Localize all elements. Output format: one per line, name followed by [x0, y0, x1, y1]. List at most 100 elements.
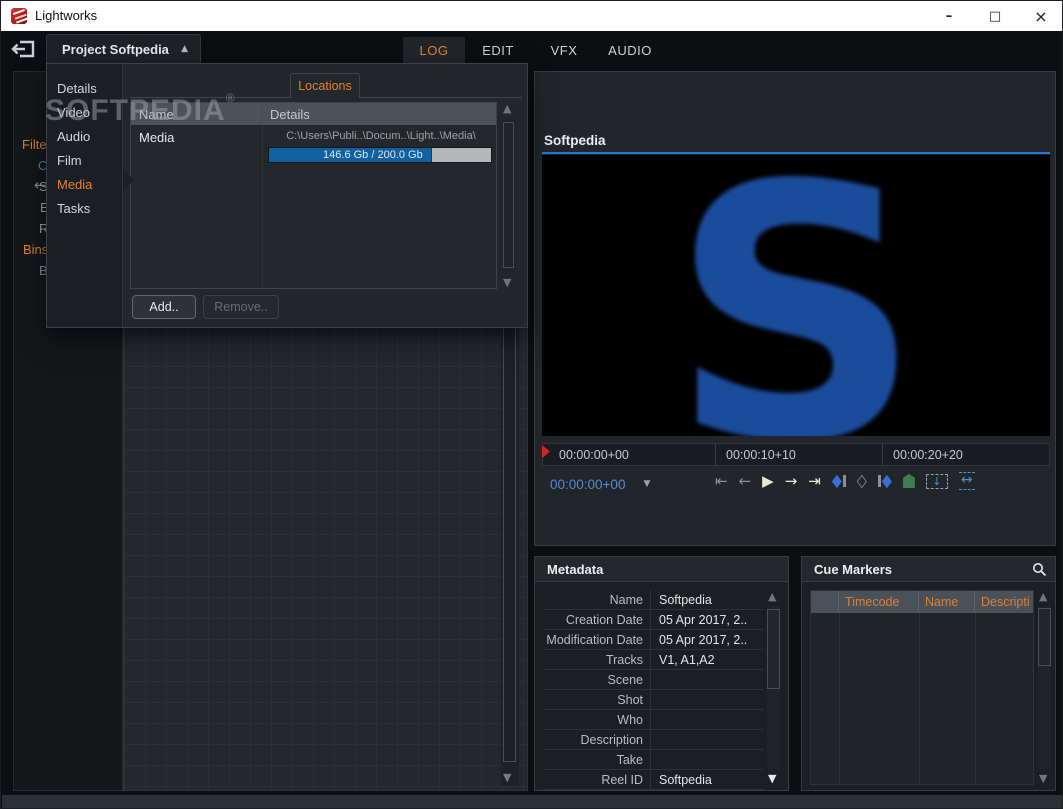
metadata-row: Creation Date 05 Apr 2017, 2..: [543, 610, 763, 630]
step-back-icon[interactable]: ←: [739, 472, 752, 490]
cue-col-description[interactable]: Descripti: [975, 591, 1033, 613]
exit-project-button[interactable]: [11, 39, 39, 59]
metadata-title: Metadata: [547, 561, 604, 577]
cue-markers-table: Timecode Name Descripti: [810, 590, 1034, 785]
mark-clear-icon[interactable]: ◇: [857, 471, 867, 491]
search-icon[interactable]: [1032, 562, 1047, 577]
maximize-button[interactable]: □: [972, 1, 1018, 31]
scroll-up-icon[interactable]: ▲: [503, 102, 511, 115]
metadata-row: Reel ID Softpedia: [543, 770, 763, 790]
title-bar: Lightworks – □ ×: [1, 1, 1062, 31]
cue-scrollbar[interactable]: ▲ ▼: [1037, 590, 1053, 785]
clip-title: Softpedia: [544, 133, 606, 148]
current-timecode[interactable]: 00:00:00+00: [550, 477, 625, 492]
metadata-row: Description: [543, 730, 763, 750]
cue-markers-header: Cue Markers: [802, 557, 1055, 582]
metadata-row: Modification Date 05 Apr 2017, 2..: [543, 630, 763, 650]
tab-locations[interactable]: Locations: [290, 73, 360, 98]
sidebar-section-filters: Filte: [22, 137, 47, 152]
metadata-table: Name Softpedia Creation Date 05 Apr 2017, …: [543, 590, 763, 790]
ruler-segment: 00:00:20+20: [882, 444, 1049, 465]
menu-item-details[interactable]: Details: [47, 77, 123, 99]
selected-menu-pointer: [123, 169, 134, 191]
metadata-header: Metadata: [535, 557, 788, 582]
location-row-name[interactable]: Media: [139, 130, 174, 145]
metadata-row: Take: [543, 750, 763, 770]
menu-item-film[interactable]: Film: [47, 149, 123, 171]
ruler-segment: 00:00:10+10: [715, 444, 882, 465]
cue-col-name[interactable]: Name: [919, 591, 975, 613]
cue-scrollbar-thumb[interactable]: [1038, 608, 1051, 666]
scroll-down-icon[interactable]: ▼: [503, 771, 511, 784]
locations-scrollbar-thumb[interactable]: [503, 122, 514, 268]
cue-table-header: Timecode Name Descripti: [811, 591, 1033, 613]
insert-icon[interactable]: ↓: [925, 473, 948, 489]
jump-to-start-icon[interactable]: ⇤: [715, 472, 728, 490]
location-path: C:\Users\Publi..\Docum..\Light..\Media\: [286, 130, 476, 142]
col-details[interactable]: Details: [262, 103, 496, 125]
cue-markers-panel: Cue Markers Timecode Name Descripti ▲ ▼: [801, 556, 1056, 791]
metadata-row: Scene: [543, 670, 763, 690]
col-name[interactable]: Name: [131, 103, 262, 125]
mark-in-icon[interactable]: ◆: [832, 471, 846, 491]
scroll-down-icon[interactable]: ▼: [768, 772, 776, 785]
storage-usage-fill: 146.6 Gb / 200.0 Gb: [269, 148, 432, 162]
metadata-scrollbar-thumb[interactable]: [767, 609, 780, 689]
timeline-ruler[interactable]: 00:00:00+00 00:00:10+10 00:00:20+20: [542, 443, 1050, 466]
scroll-down-icon[interactable]: ▼: [1039, 772, 1047, 785]
project-menu-tab[interactable]: Project Softpedia ▲: [46, 34, 201, 63]
cue-col-flag: [811, 591, 839, 613]
window-title: Lightworks: [35, 8, 98, 23]
ruler-segment: 00:00:00+00: [559, 447, 629, 462]
menu-item-tasks[interactable]: Tasks: [47, 197, 123, 219]
minimize-button[interactable]: –: [926, 1, 972, 31]
add-cue-marker-icon[interactable]: [902, 474, 915, 488]
metadata-scrollbar[interactable]: ▲ ▼: [766, 590, 782, 785]
softpedia-logo: S: [669, 155, 923, 436]
lightworks-logo-icon: [11, 8, 27, 24]
tab-audio[interactable]: AUDIO: [597, 37, 663, 63]
menu-item-audio[interactable]: Audio: [47, 125, 123, 147]
sidebar-section-bins: Bins: [23, 242, 49, 257]
project-tab-label: Project Softpedia: [62, 41, 169, 57]
metadata-row: Tracks V1, A1,A2: [543, 650, 763, 670]
metadata-row: Shot: [543, 690, 763, 710]
add-button[interactable]: Add..: [132, 295, 196, 319]
close-button[interactable]: ×: [1018, 1, 1062, 31]
step-forward-icon[interactable]: →: [785, 472, 798, 490]
jump-to-end-icon[interactable]: ⇥: [808, 472, 821, 490]
tab-log[interactable]: LOG: [403, 37, 465, 63]
project-dropdown-panel: Details Video Audio Film Media Tasks Loc…: [46, 63, 528, 328]
storage-usage-bar: 146.6 Gb / 200.0 Gb: [268, 147, 492, 163]
metadata-row: Who: [543, 710, 763, 730]
timecode-dropdown-icon[interactable]: ▼: [643, 479, 650, 489]
transport-controls: ⇤ ← ▶ → ⇥ ◆ ◇ ◆ ↓ ↔: [715, 468, 975, 494]
scroll-up-icon[interactable]: ▲: [1039, 590, 1047, 603]
locations-table-header: Name Details: [131, 103, 496, 125]
metadata-panel: Metadata Name Softpedia Creation Date 05 A…: [534, 556, 789, 791]
cue-markers-title: Cue Markers: [814, 561, 893, 577]
scroll-down-icon[interactable]: ▼: [503, 276, 511, 289]
chevron-up-icon: ▲: [181, 44, 188, 54]
remove-button[interactable]: Remove..: [203, 295, 279, 319]
locations-table: Name Details Media C:\Users\Publi..\Docu…: [130, 102, 497, 289]
menu-item-media[interactable]: Media: [47, 173, 123, 195]
locations-scrollbar[interactable]: ▲ ▼: [500, 102, 520, 289]
window-bottom-edge: [2, 795, 1062, 808]
mark-out-icon[interactable]: ◆: [877, 471, 892, 491]
project-menu-list: Details Video Audio Film Media Tasks: [47, 64, 123, 327]
menu-item-video[interactable]: Video: [47, 101, 123, 123]
exit-icon: [11, 40, 35, 58]
tab-vfx[interactable]: VFX: [531, 37, 597, 63]
fit-width-icon[interactable]: ↔: [958, 472, 975, 490]
tab-edit[interactable]: EDIT: [465, 37, 531, 63]
cue-col-timecode[interactable]: Timecode: [839, 591, 919, 613]
scroll-up-icon[interactable]: ▲: [768, 590, 776, 603]
video-preview[interactable]: S: [542, 155, 1050, 436]
viewer-panel: Softpedia S 00:00:00+00 00:00:10+10 00:0…: [534, 71, 1056, 546]
play-icon[interactable]: ▶: [762, 472, 774, 490]
clip-title-underline: [542, 152, 1050, 154]
metadata-row: Name Softpedia: [543, 590, 763, 610]
lightworks-window: Lightworks – □ × Project Softpedia ▲ LOG…: [0, 0, 1063, 809]
storage-usage-label: 146.6 Gb / 200.0 Gb: [323, 149, 423, 161]
